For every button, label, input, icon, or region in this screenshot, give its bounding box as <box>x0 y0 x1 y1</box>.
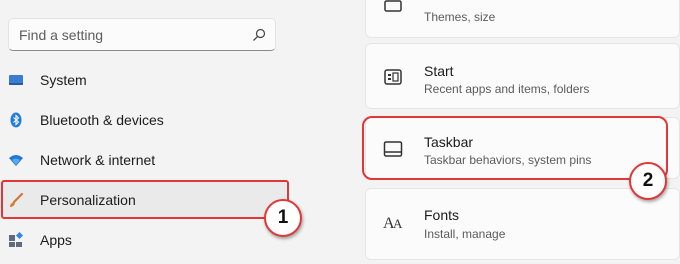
annotation-highlight-taskbar <box>362 116 668 180</box>
card-subtitle: Install, manage <box>424 227 506 241</box>
bluetooth-icon <box>10 112 22 128</box>
search-box[interactable]: Find a setting <box>8 18 276 51</box>
annotation-callout-1: 1 <box>264 199 302 237</box>
svg-text:A: A <box>393 216 403 231</box>
sidebar-item-system[interactable]: System <box>0 62 286 98</box>
annotation-callout-2: 2 <box>629 162 667 200</box>
sidebar-item-bluetooth[interactable]: Bluetooth & devices <box>0 102 286 138</box>
sidebar-item-label: Network & internet <box>40 152 156 168</box>
card-start[interactable]: Start Recent apps and items, folders <box>365 43 680 109</box>
card-title: Start <box>424 63 454 79</box>
sidebar-item-label: Apps <box>40 232 72 248</box>
annotation-highlight-personalization <box>1 180 289 219</box>
card-themes[interactable]: Themes, size <box>365 0 680 38</box>
card-title: Fonts <box>424 207 460 223</box>
fonts-icon: A A <box>383 215 403 231</box>
card-subtitle: Recent apps and items, folders <box>424 82 590 96</box>
wifi-icon <box>9 155 23 166</box>
sidebar-item-apps[interactable]: Apps <box>0 222 286 258</box>
search-icon[interactable] <box>252 28 266 42</box>
sidebar-item-label: System <box>40 72 87 88</box>
start-menu-icon <box>384 69 402 85</box>
monitor-icon <box>9 75 23 85</box>
sidebar-item-network[interactable]: Network & internet <box>0 142 286 178</box>
apps-icon <box>9 232 24 247</box>
search-input[interactable]: Find a setting <box>19 27 103 43</box>
sidebar-item-label: Bluetooth & devices <box>40 112 164 128</box>
themes-icon <box>384 0 402 12</box>
card-subtitle: Themes, size <box>424 10 496 24</box>
card-fonts[interactable]: A A Fonts Install, manage <box>365 188 680 260</box>
